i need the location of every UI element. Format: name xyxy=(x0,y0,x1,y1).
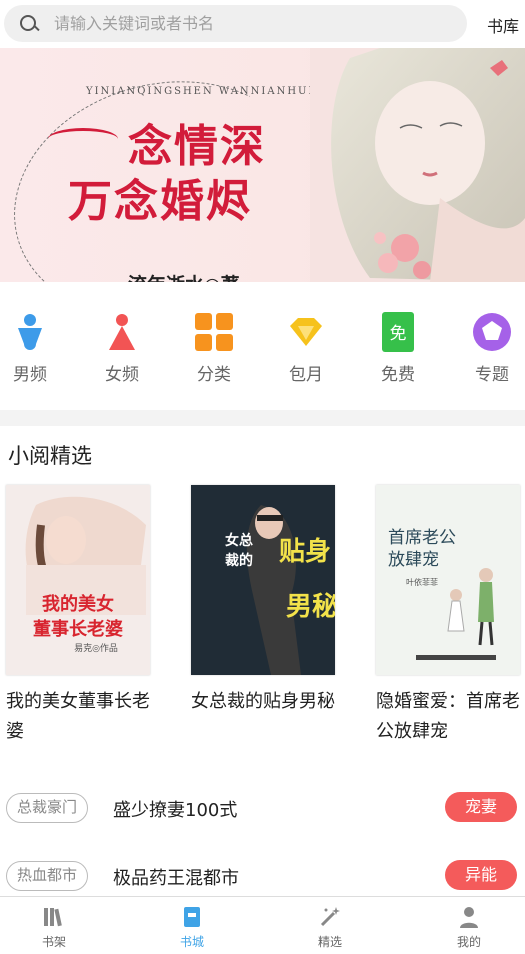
list-item[interactable]: 热血都市 极品药王混都市 异能 xyxy=(0,858,525,898)
category-label: 免费 xyxy=(381,365,415,385)
banner-carousel[interactable]: YINIANQINGSHEN WANNIANHUNJIN 念情深 万念婚烬 流年… xyxy=(0,48,525,282)
category-label: 专题 xyxy=(475,365,509,385)
book-cover[interactable]: 首席老公 放肆宠 叶依菲菲 xyxy=(376,485,520,675)
magic-wand-icon xyxy=(318,905,342,929)
category-label: 女频 xyxy=(105,365,139,385)
female-icon xyxy=(102,312,142,352)
search-icon xyxy=(18,13,40,35)
list-item-title[interactable]: 盛少撩妻100式 xyxy=(113,796,237,822)
label-pill[interactable]: 宠妻 xyxy=(445,792,517,822)
category-male[interactable]: 男频 xyxy=(0,312,60,385)
tab-bookstore[interactable]: 书城 xyxy=(162,905,222,950)
pentagon-icon xyxy=(472,312,512,352)
bookstore-icon xyxy=(180,905,204,929)
book-title[interactable]: 我的美女董事长老婆 xyxy=(6,687,152,747)
category-female[interactable]: 女频 xyxy=(92,312,152,385)
section-divider xyxy=(0,410,525,426)
label-pill[interactable]: 异能 xyxy=(445,860,517,890)
profile-icon xyxy=(457,905,481,929)
tab-bookshelf[interactable]: 书架 xyxy=(24,905,84,950)
category-label: 包月 xyxy=(289,365,323,385)
tab-label: 书城 xyxy=(179,935,204,949)
diamond-icon xyxy=(286,312,326,352)
tab-label: 精选 xyxy=(317,935,342,949)
book-cover[interactable]: 女总 裁的 贴身 男秘 xyxy=(191,485,335,675)
list-item-title[interactable]: 极品药王混都市 xyxy=(113,864,239,890)
cover-title-2: 董事长老婆 xyxy=(33,618,123,640)
bookshelf-icon xyxy=(42,905,66,929)
book-card[interactable]: 女总 裁的 贴身 男秘 女总裁的贴身男秘 xyxy=(191,485,337,717)
tab-label: 书架 xyxy=(41,935,66,949)
banner-swirl xyxy=(48,128,118,150)
cover-author: 叶依菲菲 xyxy=(406,577,438,587)
free-badge-text: 免 xyxy=(390,324,407,344)
top-bar: 书库 xyxy=(0,0,525,48)
book-card[interactable]: 我的美女 董事长老婆 易克◎作品 我的美女董事长老婆 xyxy=(6,485,152,747)
tab-profile[interactable]: 我的 xyxy=(439,905,499,950)
genre-tag[interactable]: 热血都市 xyxy=(6,861,89,891)
cover-title-4: 男秘 xyxy=(286,591,335,622)
genre-tag[interactable]: 总裁豪门 xyxy=(6,793,89,823)
book-card[interactable]: 首席老公 放肆宠 叶依菲菲 隐婚蜜爱：首席老公放肆宠 xyxy=(376,485,522,747)
section-title: 小阅精选 xyxy=(8,444,92,468)
search-input[interactable] xyxy=(54,14,434,33)
grid-icon xyxy=(194,312,234,352)
cover-title-2: 裁的 xyxy=(225,552,253,569)
banner-author: 流年逝水◎著 xyxy=(128,270,240,282)
cover-title-1: 女总 xyxy=(225,532,253,549)
category-label: 分类 xyxy=(197,365,231,385)
book-title[interactable]: 隐婚蜜爱：首席老公放肆宠 xyxy=(376,687,522,747)
book-cover[interactable]: 我的美女 董事长老婆 易克◎作品 xyxy=(6,485,150,675)
cover-title-1: 首席老公 xyxy=(388,528,456,548)
cover-title-1: 我的美女 xyxy=(42,593,114,615)
category-classify[interactable]: 分类 xyxy=(184,312,244,385)
search-bar[interactable] xyxy=(4,5,467,42)
category-monthly[interactable]: 包月 xyxy=(276,312,336,385)
category-label: 男频 xyxy=(13,365,47,385)
banner-illustration xyxy=(310,48,525,282)
library-link[interactable]: 书库 xyxy=(487,13,519,37)
cover-author: 易克◎作品 xyxy=(74,642,118,654)
category-topic[interactable]: 专题 xyxy=(462,312,522,385)
banner-subtitle: YINIANQINGSHEN WANNIANHUNJIN xyxy=(86,86,342,97)
list-item[interactable]: 总裁豪门 盛少撩妻100式 宠妻 xyxy=(0,790,525,830)
cover-title-2: 放肆宠 xyxy=(388,550,439,570)
tab-featured[interactable]: 精选 xyxy=(300,905,360,950)
category-row: 男频 女频 分类 包月 免 免费 专题 xyxy=(0,282,525,410)
category-free[interactable]: 免 免费 xyxy=(368,312,428,385)
cover-title-3: 贴身 xyxy=(279,536,331,567)
male-icon xyxy=(10,312,50,352)
banner-title-line2: 万念婚烬 xyxy=(68,176,252,227)
free-icon: 免 xyxy=(378,312,418,352)
book-title[interactable]: 女总裁的贴身男秘 xyxy=(191,687,337,717)
bottom-nav: 书架 书城 精选 我的 xyxy=(0,896,525,954)
tab-label: 我的 xyxy=(456,935,481,949)
